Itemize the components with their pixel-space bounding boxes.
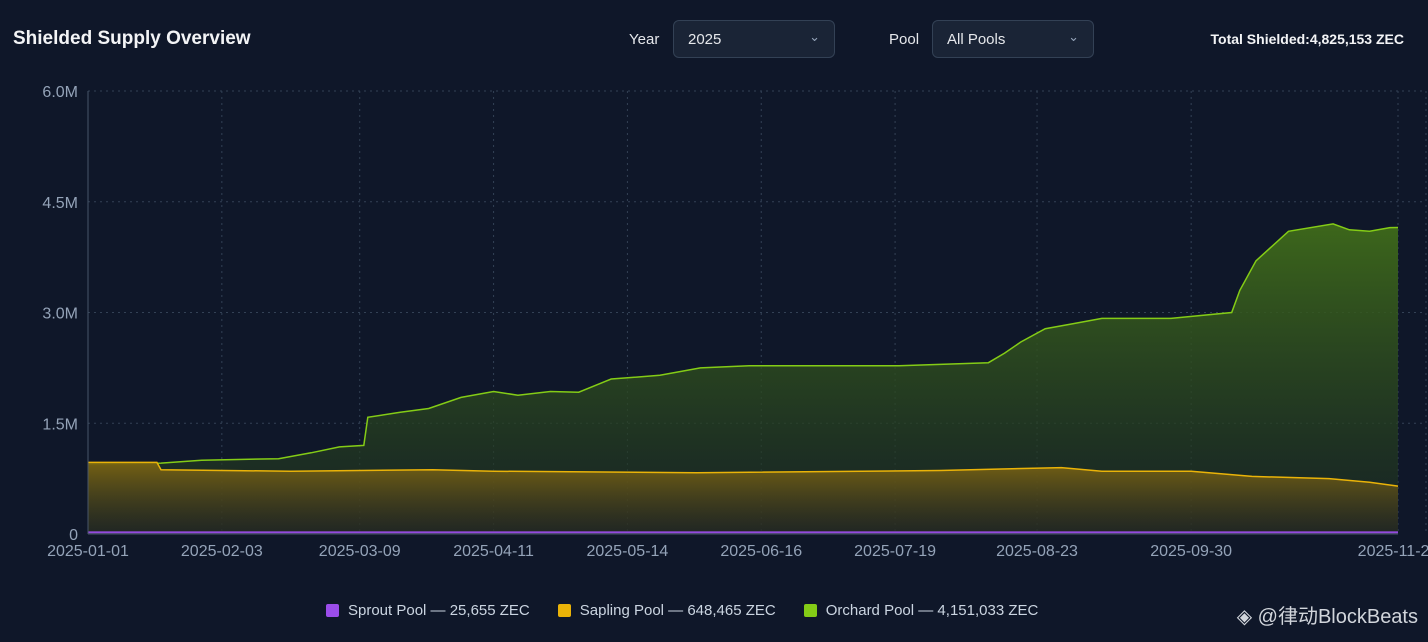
- legend-item-sprout[interactable]: Sprout Pool — 25,655 ZEC: [326, 602, 530, 619]
- legend-label: Sapling Pool — 648,465 ZEC: [579, 602, 776, 619]
- y-tick-label: 1.5M: [42, 416, 78, 433]
- x-tick-label: 2025-03-09: [319, 543, 401, 560]
- legend-label: Orchard Pool — 4,151,033 ZEC: [825, 602, 1039, 619]
- y-tick-label: 6.0M: [42, 84, 78, 101]
- legend-swatch: [557, 604, 571, 617]
- legend-swatch: [326, 604, 339, 617]
- supply-chart: 0 1.5M 3.0M 4.5M 6.0M 2025-01-01 2025-02-03 202…: [42, 84, 1428, 560]
- y-tick-label: 4.5M: [42, 195, 78, 212]
- legend-item-sapling[interactable]: Sapling Pool — 648,465 ZEC: [557, 602, 776, 619]
- legend-item-orchard[interactable]: Orchard Pool — 4,151,033 ZEC: [803, 602, 1039, 619]
- x-tick-label: 2025-02-03: [181, 543, 263, 560]
- x-tick-label: 2025-01-01: [47, 543, 129, 560]
- x-tick-label: 2025-11-20: [1358, 543, 1428, 560]
- legend-swatch: [803, 604, 817, 617]
- y-tick-label: 3.0M: [42, 306, 78, 323]
- sapling-pool-area: [88, 462, 1398, 534]
- x-tick-label: 2025-04-11: [453, 543, 534, 560]
- watermark: ◈ @律动BlockBeats: [1236, 606, 1418, 628]
- legend-label: Sprout Pool — 25,655 ZEC: [348, 602, 530, 619]
- legend: Sprout Pool — 25,655 ZEC Sapling Pool — …: [326, 602, 1038, 619]
- x-tick-label: 2025-07-19: [854, 543, 936, 560]
- x-tick-label: 2025-08-23: [996, 543, 1078, 560]
- x-tick-label: 2025-06-16: [720, 543, 802, 560]
- x-tick-label: 2025-09-30: [1150, 543, 1232, 560]
- y-tick-label: 0: [69, 527, 78, 544]
- x-tick-label: 2025-05-14: [586, 543, 668, 560]
